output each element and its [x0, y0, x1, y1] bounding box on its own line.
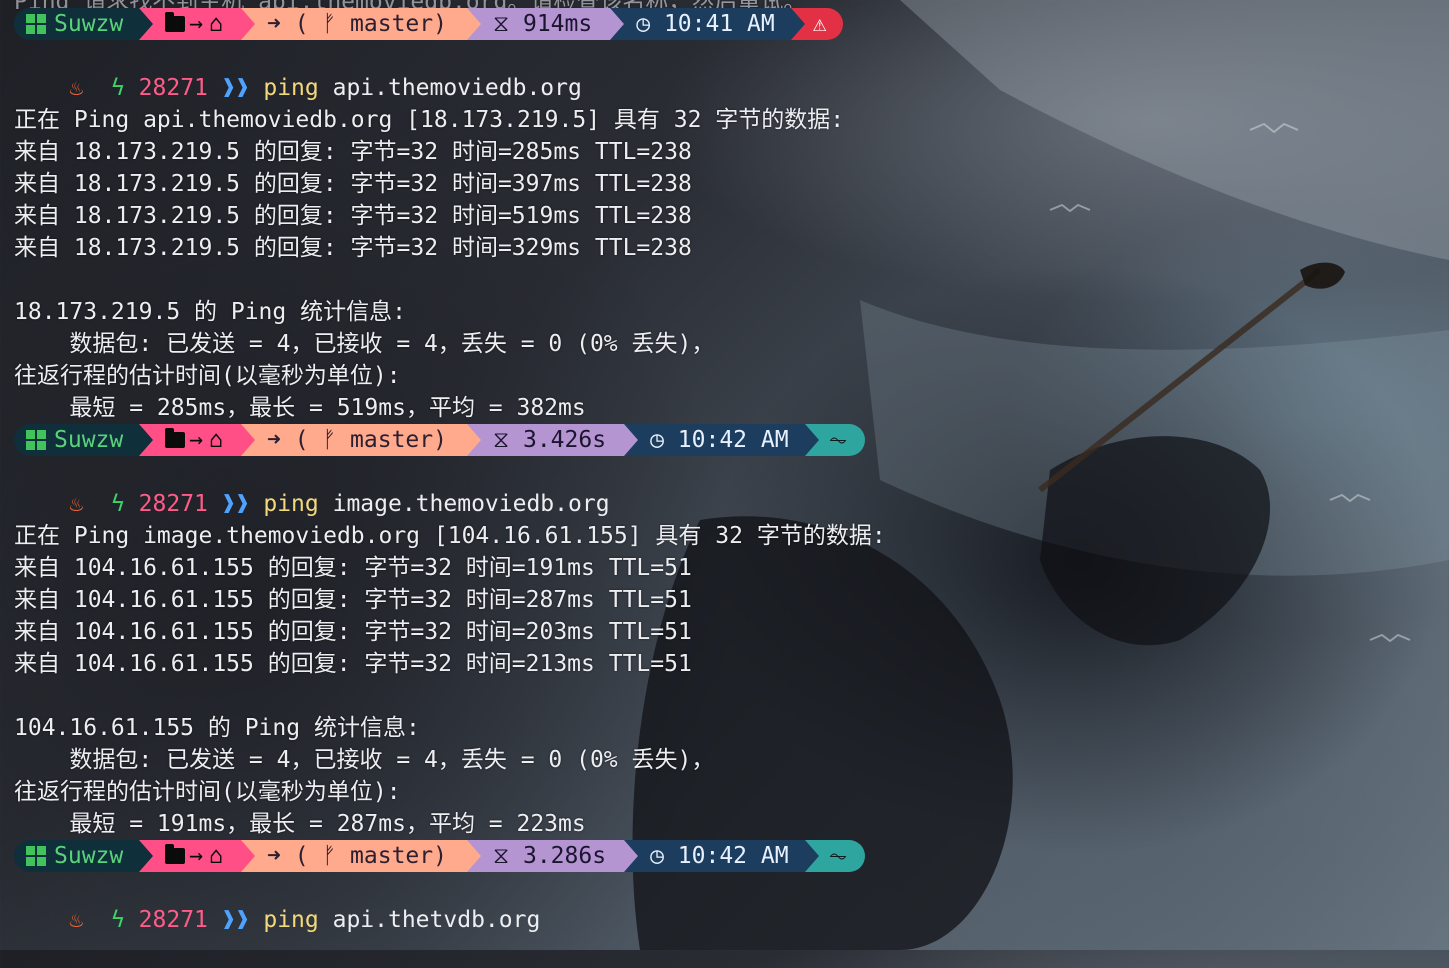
heartbeat-icon: ⏦: [828, 843, 848, 869]
prompt-user: Suwzw: [54, 843, 124, 869]
output-line: 正在 Ping image.themoviedb.org [104.16.61.…: [14, 523, 886, 549]
command-name: ping: [263, 907, 319, 933]
path-arrow: →: [189, 427, 204, 453]
output-line: 往返行程的估计时间(以毫秒为单位):: [14, 363, 401, 389]
output-line: 来自 104.16.61.155 的回复: 字节=32 时间=213ms TTL…: [14, 651, 692, 677]
git-arrow: ➜: [266, 11, 281, 37]
bolt-icon: ϟ: [110, 75, 125, 101]
path-arrow: →: [189, 843, 204, 869]
prompt-duration-segment: ⧖ 3.426s: [466, 424, 639, 456]
bolt-icon: ϟ: [110, 491, 125, 517]
prompt-time-segment: ◷ 10:41 AM: [610, 8, 805, 40]
prompt-bar: Suwzw → ⌂ ➜ ( ᚠ master) ⧖ 3.426s ◷ 10:42…: [14, 424, 866, 456]
home-icon: ⌂: [209, 427, 223, 453]
output-line: 18.173.219.5 的 Ping 统计信息:: [14, 299, 406, 325]
prompt-time-segment: ◷ 10:42 AM: [624, 840, 819, 872]
command-line: ♨ ϟ 28271 ❱❱ ping image.themoviedb.org: [14, 456, 609, 517]
output-line: 来自 18.173.219.5 的回复: 字节=32 时间=285ms TTL=…: [14, 139, 692, 165]
timer-icon: ⧖: [492, 427, 510, 453]
prompt-path-segment: → ⌂: [139, 840, 255, 872]
command-name: ping: [263, 75, 319, 101]
flame-icon: ♨: [69, 907, 84, 933]
windows-icon: [26, 846, 46, 866]
prompt-chevrons: ❱❱: [221, 907, 250, 933]
folder-icon: [165, 428, 186, 448]
bolt-icon: ϟ: [110, 907, 125, 933]
output-line: 来自 104.16.61.155 的回复: 字节=32 时间=203ms TTL…: [14, 619, 692, 645]
output-line: 来自 18.173.219.5 的回复: 字节=32 时间=329ms TTL=…: [14, 235, 692, 261]
output-line: 数据包: 已发送 = 4，已接收 = 4，丢失 = 0 (0% 丢失)，: [14, 747, 715, 773]
prompt-time: 10:42 AM: [677, 427, 789, 453]
process-id: 28271: [138, 491, 208, 517]
git-arrow: ➜: [266, 843, 281, 869]
prompt-bar: Suwzw → ⌂ ➜ ( ᚠ master) ⧖ 3.286s ◷ 10:42…: [14, 840, 866, 872]
prompt-time: 10:42 AM: [677, 843, 789, 869]
windows-icon: [26, 430, 46, 450]
output-line: 来自 104.16.61.155 的回复: 字节=32 时间=191ms TTL…: [14, 555, 692, 581]
output-line: 正在 Ping api.themoviedb.org [18.173.219.5…: [14, 107, 845, 133]
warning-icon: ⚠: [812, 11, 827, 37]
prompt-user-segment: Suwzw: [14, 8, 154, 40]
output-line: 最短 = 285ms，最长 = 519ms，平均 = 382ms: [14, 395, 586, 421]
prompt-user-segment: Suwzw: [14, 424, 154, 456]
prompt-duration: 914ms: [522, 11, 593, 37]
heartbeat-icon: ⏦: [828, 427, 848, 453]
clock-icon: ◷: [650, 427, 664, 453]
folder-icon: [165, 12, 186, 32]
command-line: ♨ ϟ 28271 ❱❱ ping api.themoviedb.org: [14, 40, 581, 101]
clock-icon: ◷: [636, 11, 651, 37]
home-icon: ⌂: [209, 11, 223, 37]
timer-icon: ⧖: [492, 11, 510, 37]
git-branch: ( ᚠ master): [294, 843, 447, 869]
folder-icon: [165, 844, 186, 864]
prompt-user: Suwzw: [54, 11, 124, 37]
prompt-git-segment: ➜ ( ᚠ master): [240, 840, 481, 872]
terminal-window[interactable]: Ping 请求找不到主机 api.themoviedb.org。请检查该名称，然…: [0, 0, 1449, 950]
clock-icon: ◷: [650, 843, 664, 869]
prompt-user-segment: Suwzw: [14, 840, 154, 872]
output-line: 来自 18.173.219.5 的回复: 字节=32 时间=519ms TTL=…: [14, 203, 692, 229]
home-icon: ⌂: [209, 843, 223, 869]
flame-icon: ♨: [69, 491, 84, 517]
prompt-chevrons: ❱❱: [221, 491, 250, 517]
process-id: 28271: [138, 907, 208, 933]
path-arrow: →: [189, 11, 204, 37]
prompt-user: Suwzw: [54, 427, 124, 453]
git-arrow: ➜: [266, 427, 281, 453]
windows-icon: [26, 14, 46, 34]
prompt-git-segment: ➜ ( ᚠ master): [240, 424, 481, 456]
output-line: 104.16.61.155 的 Ping 统计信息:: [14, 715, 420, 741]
command-name: ping: [263, 491, 319, 517]
timer-icon: ⧖: [492, 843, 510, 869]
command-arg: api.themoviedb.org: [332, 75, 582, 101]
prompt-path-segment: → ⌂: [139, 424, 255, 456]
output-line: 最短 = 191ms，最长 = 287ms，平均 = 223ms: [14, 811, 586, 837]
command-arg: image.themoviedb.org: [332, 491, 610, 517]
prompt-duration-segment: ⧖ 3.286s: [466, 840, 639, 872]
process-id: 28271: [138, 75, 208, 101]
command-line[interactable]: ♨ ϟ 28271 ❱❱ ping api.thetvdb.org: [14, 872, 540, 933]
git-branch: ( ᚠ master): [294, 427, 447, 453]
prompt-path-segment: → ⌂: [139, 8, 255, 40]
prompt-bar: Suwzw → ⌂ ➜ ( ᚠ master) ⧖ 914ms ◷ 10:41 …: [14, 8, 843, 40]
prompt-time: 10:41 AM: [663, 11, 775, 37]
prompt-duration-segment: ⧖ 914ms: [466, 8, 625, 40]
output-line: 数据包: 已发送 = 4，已接收 = 4，丢失 = 0 (0% 丢失)，: [14, 331, 715, 357]
prompt-duration: 3.426s: [522, 427, 607, 453]
command-arg: api.thetvdb.org: [332, 907, 541, 933]
prompt-time-segment: ◷ 10:42 AM: [624, 424, 819, 456]
prompt-chevrons: ❱❱: [221, 75, 250, 101]
flame-icon: ♨: [69, 75, 84, 101]
output-line: 来自 18.173.219.5 的回复: 字节=32 时间=397ms TTL=…: [14, 171, 692, 197]
output-line: 往返行程的估计时间(以毫秒为单位):: [14, 779, 401, 805]
git-branch: ( ᚠ master): [294, 11, 447, 37]
prompt-git-segment: ➜ ( ᚠ master): [240, 8, 481, 40]
prompt-duration: 3.286s: [522, 843, 607, 869]
output-line: 来自 104.16.61.155 的回复: 字节=32 时间=287ms TTL…: [14, 587, 692, 613]
